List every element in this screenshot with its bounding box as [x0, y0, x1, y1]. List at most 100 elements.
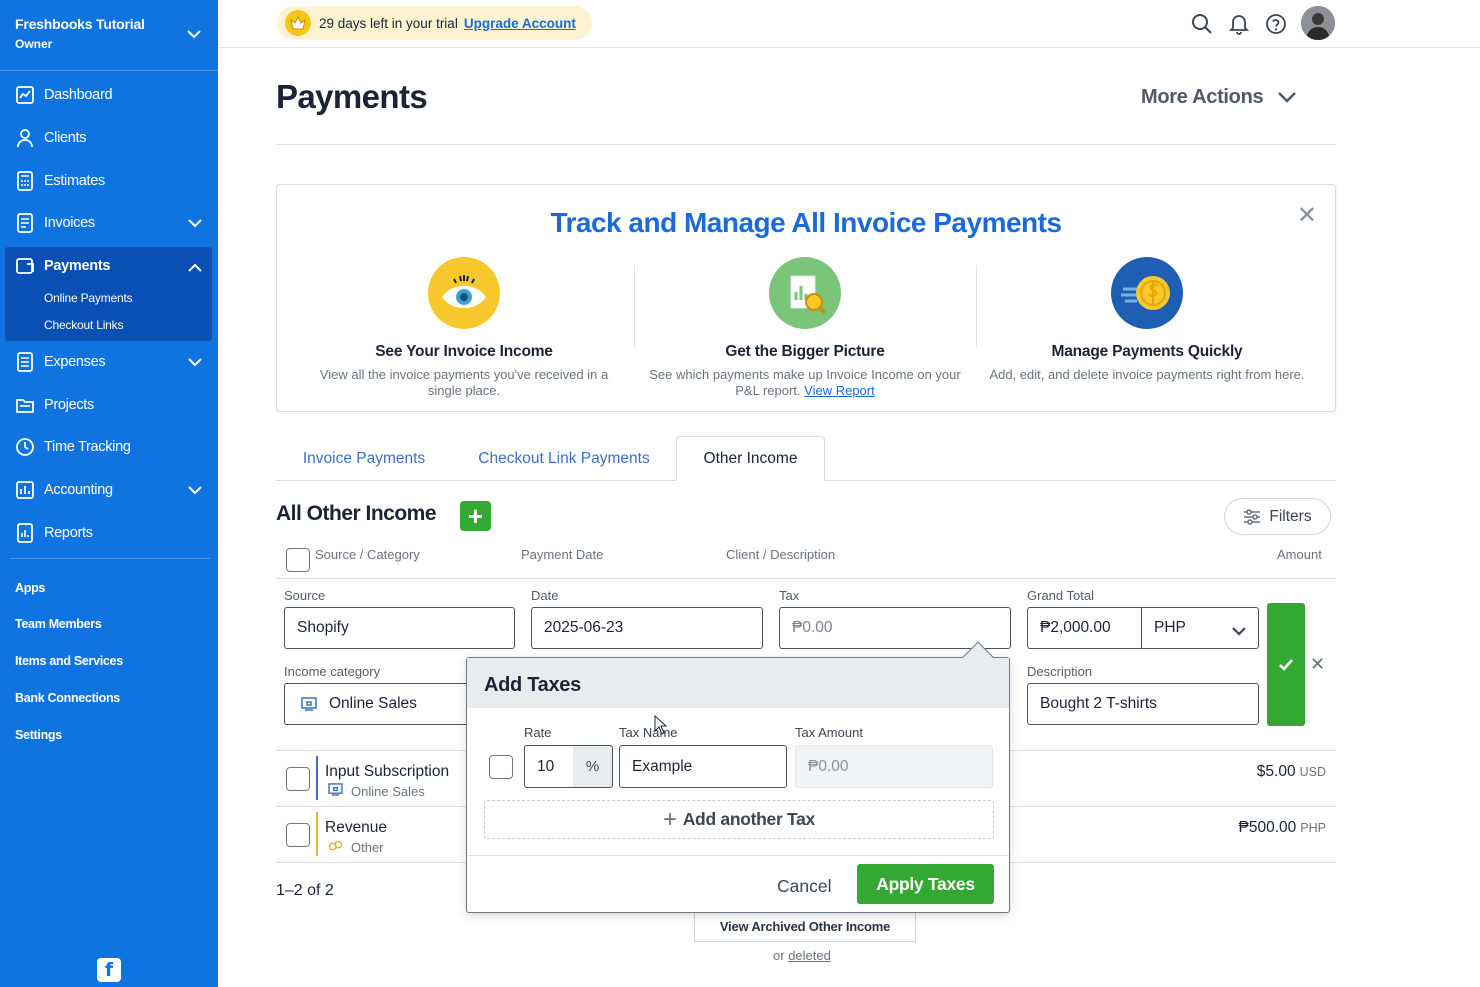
row-category-label: Other — [351, 839, 384, 855]
promo-column-bigger-picture: Get the Bigger Picture See which payment… — [645, 257, 965, 399]
add-income-button[interactable]: + — [460, 501, 491, 531]
bell-icon[interactable] — [1227, 12, 1251, 36]
avatar[interactable] — [1301, 6, 1335, 40]
sidebar: Freshbooks Tutorial Owner Dashboard Clie… — [0, 0, 218, 987]
sidebar-item-invoices[interactable]: Invoices — [14, 208, 206, 238]
row-amount-value: ₱500.00 — [1238, 819, 1297, 836]
popover-title: Add Taxes — [484, 674, 581, 696]
sidebar-item-estimates[interactable]: Estimates — [14, 166, 206, 196]
tab-checkout-link-payments[interactable]: Checkout Link Payments — [452, 436, 676, 481]
sidebar-link-settings[interactable]: Settings — [15, 728, 62, 742]
document-icon — [14, 212, 36, 234]
company-switcher[interactable]: Freshbooks Tutorial Owner — [15, 16, 215, 70]
page-title: Payments — [276, 78, 428, 115]
filters-label: Filters — [1269, 507, 1312, 525]
chevron-down-icon[interactable] — [187, 26, 201, 44]
sliders-icon — [1244, 508, 1261, 525]
payment-icon — [14, 255, 36, 277]
currency-select[interactable]: PHP — [1141, 607, 1259, 649]
income-category-select[interactable]: Online Sales — [284, 683, 484, 725]
row-category: Other — [328, 839, 384, 855]
popover-divider — [467, 855, 1009, 856]
promo-column-manage-payments: Manage Payments Quickly Add, edit, and d… — [987, 257, 1307, 383]
chevron-down-icon[interactable] — [188, 355, 202, 371]
sidebar-link-team-members[interactable]: Team Members — [15, 617, 102, 631]
view-report-link[interactable]: View Report — [804, 383, 875, 398]
promo-separator — [634, 265, 635, 347]
row-category-label: Online Sales — [351, 783, 425, 799]
sidebar-item-accounting[interactable]: Accounting — [14, 475, 206, 505]
column-header-client[interactable]: Client / Description — [726, 547, 835, 562]
sidebar-item-time-tracking[interactable]: Time Tracking — [14, 432, 206, 462]
promo-title: Track and Manage All Invoice Payments — [550, 207, 1062, 238]
sidebar-item-projects[interactable]: Projects — [14, 390, 206, 420]
row-checkbox[interactable] — [286, 823, 310, 847]
column-header-amount[interactable]: Amount — [1277, 547, 1322, 562]
view-archived-button[interactable]: View Archived Other Income — [694, 912, 916, 942]
date-input[interactable]: 2025-06-23 — [531, 607, 763, 649]
company-name: Freshbooks Tutorial — [15, 16, 145, 32]
folder-icon — [14, 394, 36, 416]
row-currency: USD — [1299, 765, 1326, 779]
select-all-checkbox[interactable] — [286, 548, 310, 572]
deleted-link[interactable]: deleted — [788, 948, 831, 963]
sidebar-item-dashboard[interactable]: Dashboard — [14, 80, 206, 110]
promo-card: Track and Manage All Invoice Payments ✕ … — [276, 184, 1336, 412]
add-another-tax-button[interactable]: + Add another Tax — [484, 800, 994, 839]
sidebar-item-clients[interactable]: Clients — [14, 123, 206, 153]
close-icon[interactable]: ✕ — [1310, 654, 1325, 675]
category-color-bar — [316, 812, 318, 856]
sidebar-item-label: Reports — [44, 525, 93, 541]
tab-invoice-payments[interactable]: Invoice Payments — [276, 436, 452, 481]
chevron-down-icon — [1232, 623, 1246, 641]
deleted-prefix: or — [773, 948, 785, 963]
sidebar-divider — [10, 558, 210, 559]
sidebar-divider — [0, 70, 218, 71]
tab-other-income[interactable]: Other Income — [676, 436, 825, 481]
upgrade-account-link[interactable]: Upgrade Account — [464, 16, 576, 31]
close-icon[interactable]: ✕ — [1297, 201, 1317, 230]
row-source-name[interactable]: Revenue — [325, 819, 387, 837]
save-row-button[interactable] — [1267, 603, 1305, 726]
apply-taxes-button[interactable]: Apply Taxes — [857, 864, 994, 904]
column-header-source[interactable]: Source / Category — [315, 547, 420, 562]
more-actions-button[interactable]: More Actions — [1141, 86, 1297, 109]
column-header-date[interactable]: Payment Date — [521, 547, 603, 562]
sidebar-item-payments[interactable]: Payments — [14, 251, 206, 281]
chevron-up-icon[interactable] — [188, 260, 202, 276]
category-color-bar — [316, 756, 318, 800]
sidebar-link-bank-connections[interactable]: Bank Connections — [15, 691, 120, 705]
sidebar-item-reports[interactable]: Reports — [14, 518, 206, 548]
chevron-down-icon[interactable] — [188, 483, 202, 499]
sidebar-item-label: Invoices — [44, 215, 95, 231]
checkmark-icon — [1279, 658, 1293, 671]
sidebar-subitem-checkout-links[interactable]: Checkout Links — [44, 318, 123, 332]
description-input[interactable]: Bought 2 T-shirts — [1027, 683, 1259, 725]
rate-label: Rate — [524, 725, 552, 740]
sidebar-item-expenses[interactable]: Expenses — [14, 347, 206, 377]
tax-checkbox[interactable] — [489, 755, 513, 779]
store-icon — [301, 697, 317, 711]
chevron-down-icon — [1277, 86, 1297, 109]
source-input[interactable]: Shopify — [284, 607, 515, 649]
section-title: All Other Income — [276, 502, 437, 525]
bar-chart-icon — [14, 479, 36, 501]
search-icon[interactable] — [1190, 12, 1214, 36]
sidebar-subitem-online-payments[interactable]: Online Payments — [44, 291, 133, 305]
tax-amount-label: Tax Amount — [795, 725, 863, 740]
row-checkbox[interactable] — [286, 767, 310, 791]
chevron-down-icon[interactable] — [188, 216, 202, 232]
sidebar-link-items-services[interactable]: Items and Services — [15, 654, 123, 668]
row-source-name[interactable]: Input Subscription — [325, 763, 449, 781]
tax-name-input[interactable]: Example — [619, 745, 787, 788]
cancel-button[interactable]: Cancel — [777, 876, 831, 897]
more-actions-label: More Actions — [1141, 86, 1264, 108]
promo-column-title: Get the Bigger Picture — [725, 343, 885, 360]
sidebar-link-apps[interactable]: Apps — [15, 581, 45, 595]
filters-button[interactable]: Filters — [1224, 498, 1331, 535]
link-icon — [328, 839, 343, 855]
trial-banner: 29 days left in your trial Upgrade Accou… — [277, 6, 592, 40]
help-icon[interactable] — [1264, 12, 1288, 36]
rate-input[interactable]: 10 — [524, 745, 574, 788]
grand-total-input[interactable]: ₱2,000.00 — [1027, 607, 1143, 649]
